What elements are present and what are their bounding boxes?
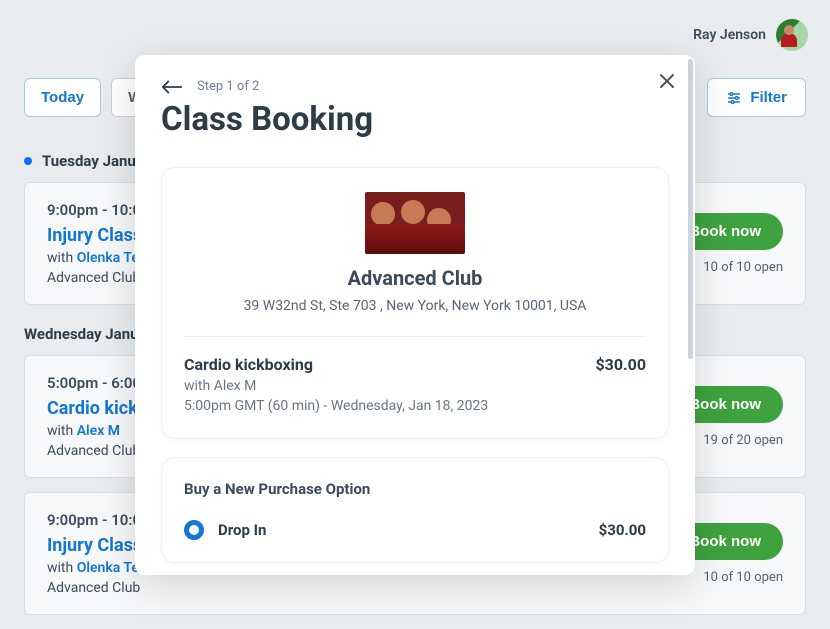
club-class-card: Advanced Club 39 W32nd St, Ste 703 , New…: [161, 167, 669, 439]
step-label: Step 1 of 2: [197, 79, 259, 94]
filter-button[interactable]: Filter: [707, 78, 806, 117]
club-image: [365, 192, 465, 254]
today-button[interactable]: Today: [24, 78, 101, 117]
divider: [184, 336, 646, 337]
purchase-option-row[interactable]: Drop In $30.00: [184, 520, 646, 540]
back-arrow-icon[interactable]: [161, 80, 183, 94]
modal-title: Class Booking: [161, 100, 669, 139]
filter-label: Filter: [750, 89, 787, 106]
modal-scrollbar[interactable]: [688, 59, 693, 571]
purchase-options-title: Buy a New Purchase Option: [184, 480, 646, 498]
class-booking-modal: Step 1 of 2 Class Booking Advanced Club …: [135, 55, 695, 575]
club-address: 39 W32nd St, Ste 703 , New York, New Yor…: [184, 298, 646, 314]
modal-class-when: 5:00pm GMT (60 min) - Wednesday, Jan 18,…: [184, 398, 488, 414]
class-club: Advanced Club: [47, 580, 158, 596]
current-day-dot-icon: [24, 157, 32, 165]
modal-class-name: Cardio kickboxing: [184, 355, 488, 374]
purchase-option-name: Drop In: [218, 521, 585, 539]
user-name: Ray Jenson: [693, 27, 766, 43]
club-name: Advanced Club: [184, 266, 646, 290]
instructor-link[interactable]: Alex M: [77, 423, 120, 439]
purchase-option-price: $30.00: [599, 521, 646, 539]
modal-class-price: $30.00: [595, 355, 646, 374]
user-chip[interactable]: Ray Jenson: [693, 19, 808, 51]
radio-selected-icon[interactable]: [184, 520, 204, 540]
modal-class-instructor: with Alex M: [184, 378, 488, 394]
user-avatar-icon: [776, 19, 808, 51]
close-icon[interactable]: [659, 73, 675, 89]
purchase-options-card: Buy a New Purchase Option Drop In $30.00: [161, 457, 669, 563]
sliders-icon: [726, 90, 742, 106]
